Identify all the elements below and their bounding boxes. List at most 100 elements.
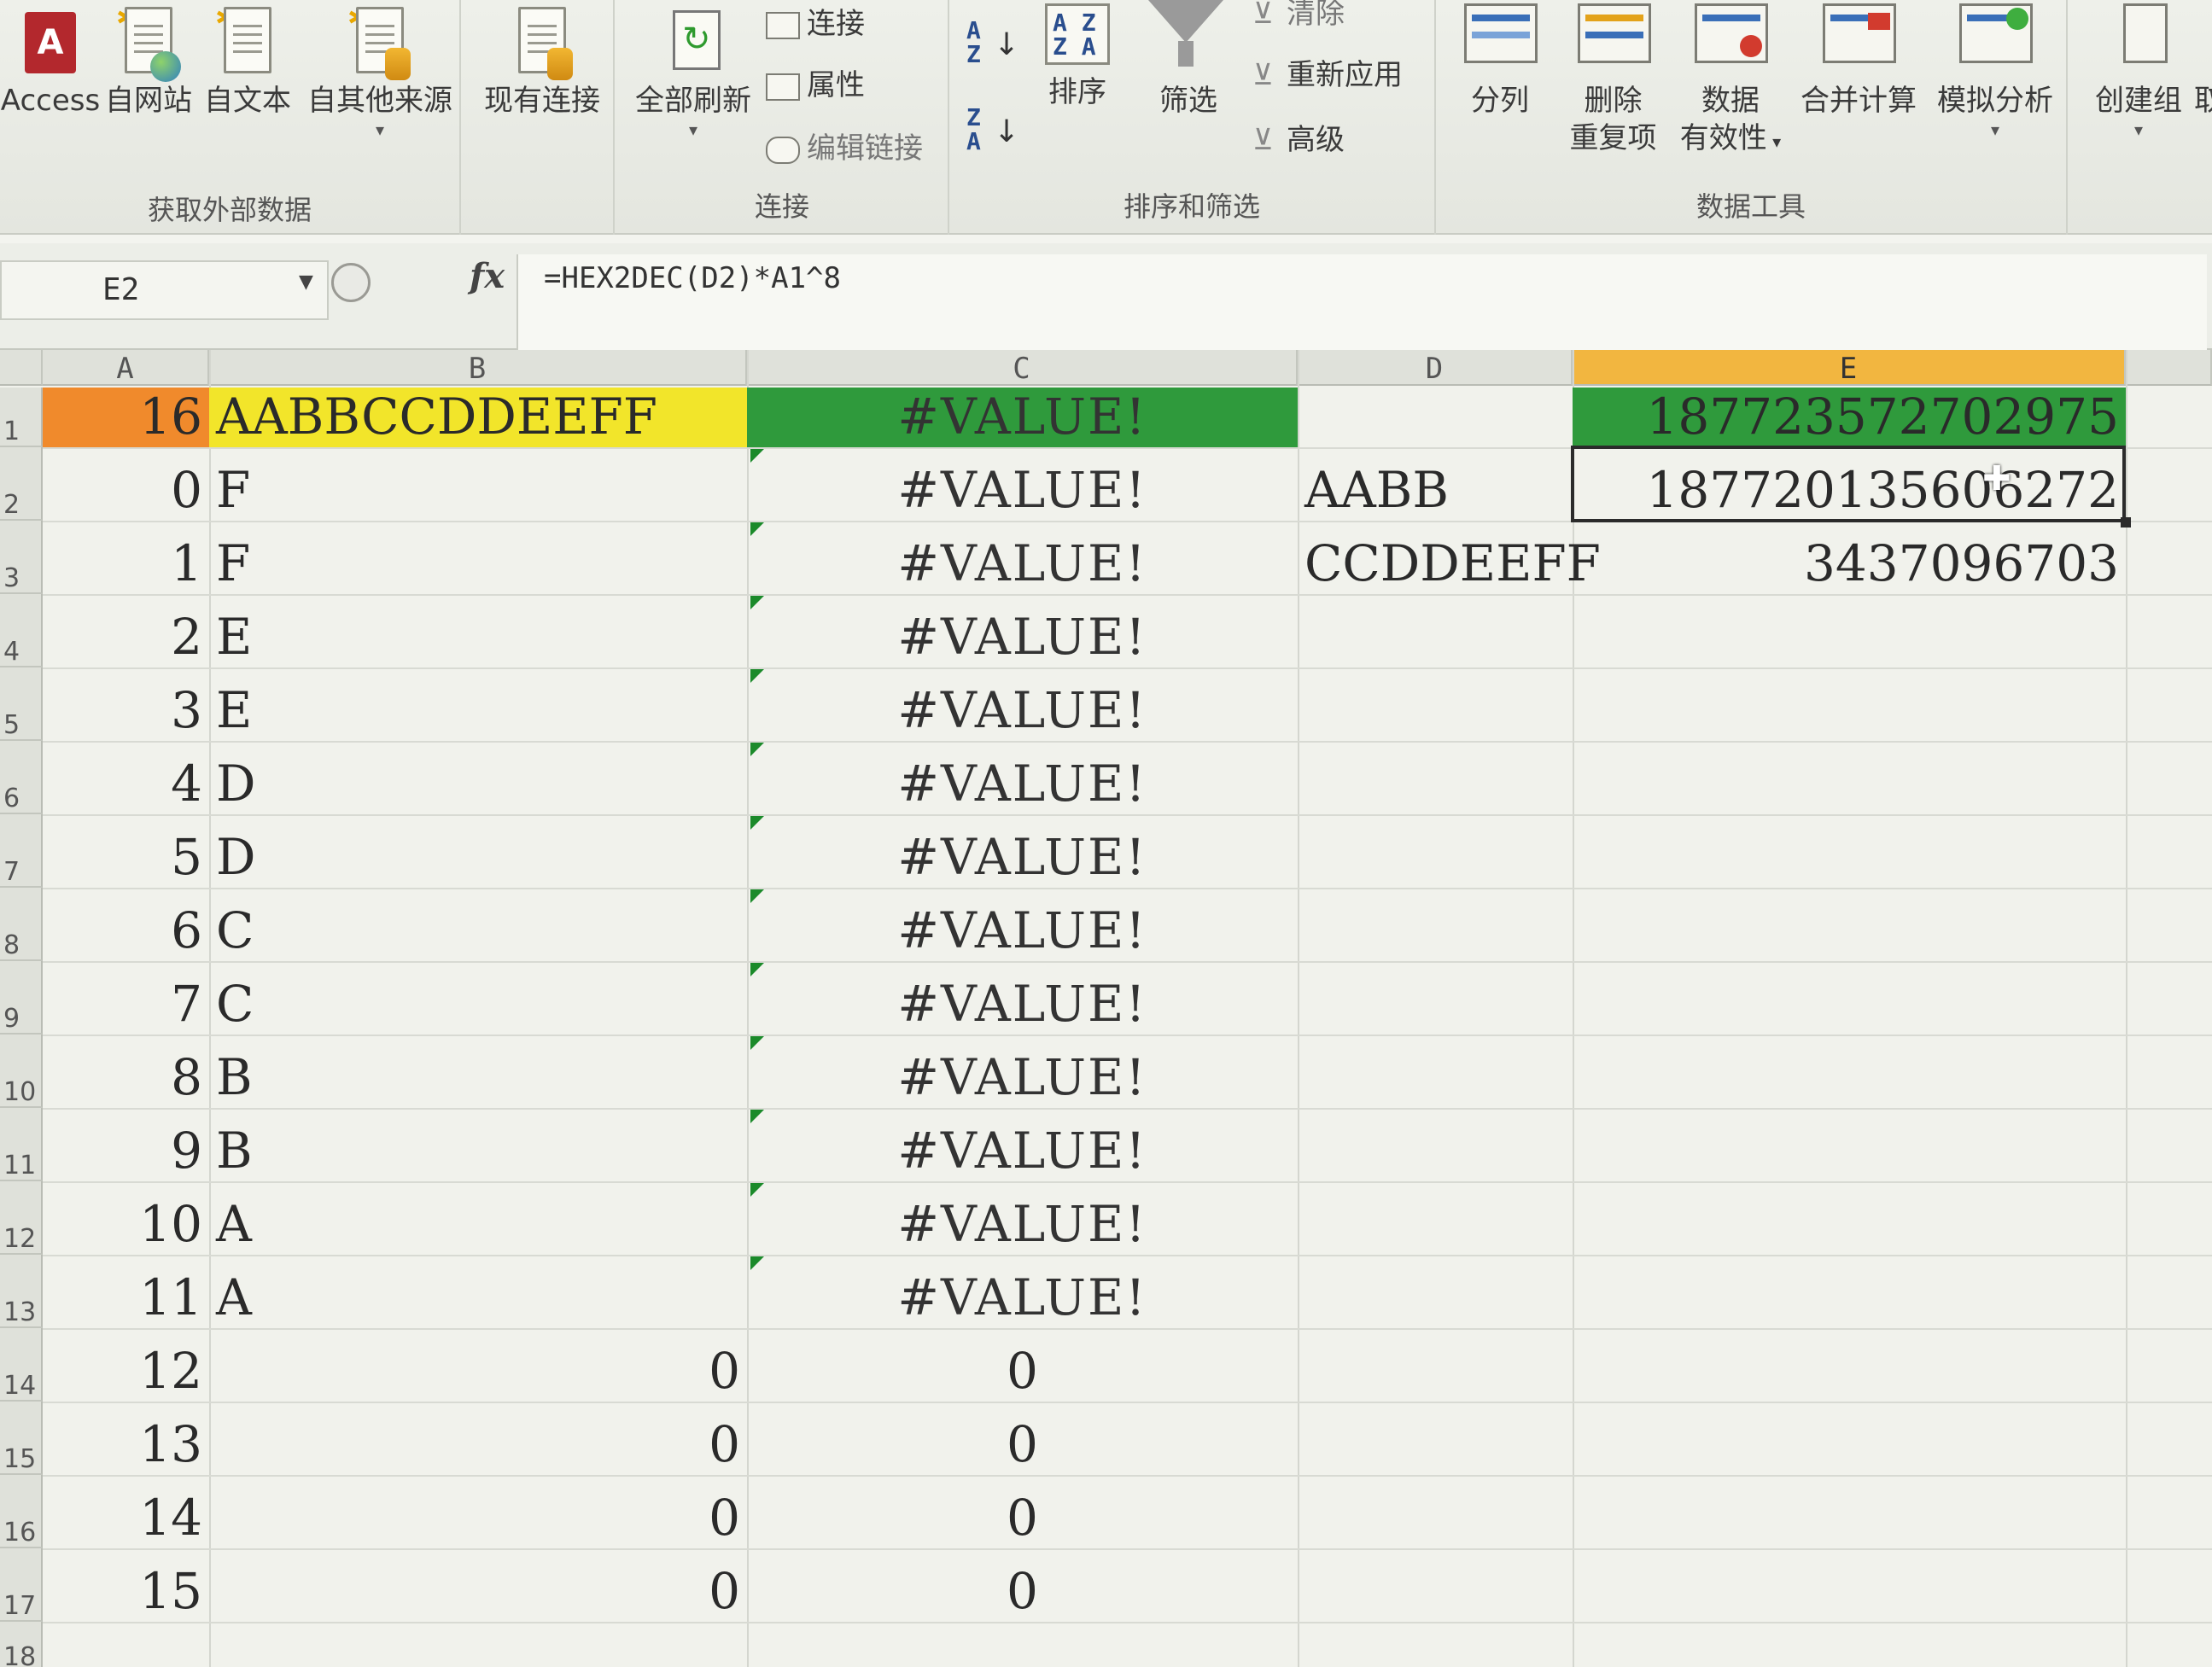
cell-a5[interactable]: 3: [50, 679, 202, 741]
row-header[interactable]: 2: [0, 447, 43, 521]
cell-a11[interactable]: 9: [50, 1120, 202, 1181]
cell-e9[interactable]: [1579, 973, 2119, 1035]
insert-function-button[interactable]: fx: [470, 256, 505, 296]
cell-e10[interactable]: [1579, 1046, 2119, 1108]
cell-a3[interactable]: 1: [50, 533, 202, 594]
properties-button[interactable]: 属性: [766, 65, 865, 106]
row-header[interactable]: 11: [0, 1108, 43, 1181]
cell-e12[interactable]: [1579, 1193, 2119, 1255]
what-if-analysis-button[interactable]: 模拟分析 ▾: [1927, 0, 2063, 171]
cell-d11[interactable]: [1304, 1120, 1566, 1181]
cell-e4[interactable]: [1579, 606, 2119, 667]
cell-c16[interactable]: 0: [754, 1487, 1291, 1548]
column-header-a[interactable]: A: [43, 350, 209, 386]
cell-d14[interactable]: [1304, 1340, 1566, 1402]
column-header-c[interactable]: C: [747, 350, 1298, 386]
cell-e13[interactable]: [1579, 1267, 2119, 1328]
cell-b4[interactable]: E: [216, 606, 740, 667]
cell-a8[interactable]: 6: [50, 900, 202, 961]
cell-c3[interactable]: #VALUE!: [754, 533, 1291, 594]
cell-c11[interactable]: #VALUE!: [754, 1120, 1291, 1181]
cell-d9[interactable]: [1304, 973, 1566, 1035]
consolidate-button[interactable]: 合并计算: [1790, 0, 1927, 171]
cell-d4[interactable]: [1304, 606, 1566, 667]
cell-c15[interactable]: 0: [754, 1413, 1291, 1475]
chevron-down-icon[interactable]: ▼: [299, 271, 313, 293]
cell-b15[interactable]: 0: [216, 1413, 740, 1475]
cell-c6[interactable]: #VALUE!: [754, 753, 1291, 814]
cell-e1[interactable]: 187723572702975: [1579, 386, 2119, 447]
connections-button[interactable]: 连接: [766, 3, 865, 44]
row-header[interactable]: 9: [0, 961, 43, 1035]
row-header[interactable]: 4: [0, 594, 43, 667]
cell-b2[interactable]: F: [216, 459, 740, 521]
cell-a17[interactable]: 15: [50, 1560, 202, 1622]
cell-c9[interactable]: #VALUE!: [754, 973, 1291, 1035]
cell-c10[interactable]: #VALUE!: [754, 1046, 1291, 1108]
cell-b1[interactable]: AABBCCDDEEFF: [216, 386, 740, 447]
group-button[interactable]: 创建组 ▾: [2083, 0, 2194, 171]
remove-duplicates-button[interactable]: 删除 重复项: [1555, 0, 1671, 171]
cell-d2[interactable]: AABB: [1304, 459, 1566, 521]
cell-d13[interactable]: [1304, 1267, 1566, 1328]
cell-b16[interactable]: 0: [216, 1487, 740, 1548]
cell-b7[interactable]: D: [216, 826, 740, 888]
ungroup-button[interactable]: 取: [2194, 0, 2212, 171]
sort-button[interactable]: A ZZ A 排序: [1026, 0, 1129, 171]
cell-d6[interactable]: [1304, 753, 1566, 814]
reapply-button[interactable]: ⊻ 重新应用: [1252, 55, 1403, 96]
cell-a7[interactable]: 5: [50, 826, 202, 888]
cell-e3[interactable]: 3437096703: [1579, 533, 2119, 594]
cell-a9[interactable]: 7: [50, 973, 202, 1035]
existing-connections-button[interactable]: 现有连接: [478, 0, 606, 171]
cell-e14[interactable]: [1579, 1340, 2119, 1402]
cell-b14[interactable]: 0: [216, 1340, 740, 1402]
row-header[interactable]: 16: [0, 1475, 43, 1548]
advanced-filter-button[interactable]: ⊻ 高级: [1252, 119, 1345, 160]
cancel-icon[interactable]: [331, 263, 371, 302]
cell-c7[interactable]: #VALUE!: [754, 826, 1291, 888]
cell-a15[interactable]: 13: [50, 1413, 202, 1475]
cell-b12[interactable]: A: [216, 1193, 740, 1255]
column-header-b[interactable]: B: [209, 350, 747, 386]
row-header[interactable]: 15: [0, 1402, 43, 1475]
row-header[interactable]: 8: [0, 888, 43, 961]
cell-e8[interactable]: [1579, 900, 2119, 961]
cell-e11[interactable]: [1579, 1120, 2119, 1181]
cell-d10[interactable]: [1304, 1046, 1566, 1108]
from-access-button[interactable]: A Access: [0, 0, 101, 171]
column-header-d[interactable]: D: [1298, 350, 1573, 386]
row-header[interactable]: 5: [0, 667, 43, 741]
formula-input[interactable]: =HEX2DEC(D2)*A1^8: [517, 254, 2207, 350]
refresh-all-button[interactable]: 全部刷新 ▾: [629, 0, 757, 171]
row-header[interactable]: 1: [0, 388, 43, 447]
from-other-sources-button[interactable]: ✱ 自其他来源 ▾: [303, 0, 457, 171]
cell-b11[interactable]: B: [216, 1120, 740, 1181]
cell-d12[interactable]: [1304, 1193, 1566, 1255]
cell-c2[interactable]: #VALUE!: [754, 459, 1291, 521]
cell-d17[interactable]: [1304, 1560, 1566, 1622]
select-all-corner[interactable]: [0, 350, 43, 386]
cell-b5[interactable]: E: [216, 679, 740, 741]
cell-e15[interactable]: [1579, 1413, 2119, 1475]
from-text-button[interactable]: ✱ 自文本: [201, 0, 295, 171]
cell-a12[interactable]: 10: [50, 1193, 202, 1255]
cell-c8[interactable]: #VALUE!: [754, 900, 1291, 961]
cell-b10[interactable]: B: [216, 1046, 740, 1108]
cell-c4[interactable]: #VALUE!: [754, 606, 1291, 667]
cell-d3[interactable]: CCDDEEFF: [1304, 533, 1601, 594]
cell-c5[interactable]: #VALUE!: [754, 679, 1291, 741]
cell-a6[interactable]: 4: [50, 753, 202, 814]
cell-d7[interactable]: [1304, 826, 1566, 888]
cell-a10[interactable]: 8: [50, 1046, 202, 1108]
cell-a16[interactable]: 14: [50, 1487, 202, 1548]
cell-b8[interactable]: C: [216, 900, 740, 961]
worksheet-grid[interactable]: A B C D E 1 2 3 4 5 6 7 8 9 10 11 12 13 14 15 16 17 18 16…: [0, 350, 2212, 1667]
cell-e16[interactable]: [1579, 1487, 2119, 1548]
cell-b17[interactable]: 0: [216, 1560, 740, 1622]
cell-a13[interactable]: 11: [50, 1267, 202, 1328]
cell-b13[interactable]: A: [216, 1267, 740, 1328]
cell-e17[interactable]: [1579, 1560, 2119, 1622]
cell-d16[interactable]: [1304, 1487, 1566, 1548]
row-header[interactable]: 6: [0, 741, 43, 814]
